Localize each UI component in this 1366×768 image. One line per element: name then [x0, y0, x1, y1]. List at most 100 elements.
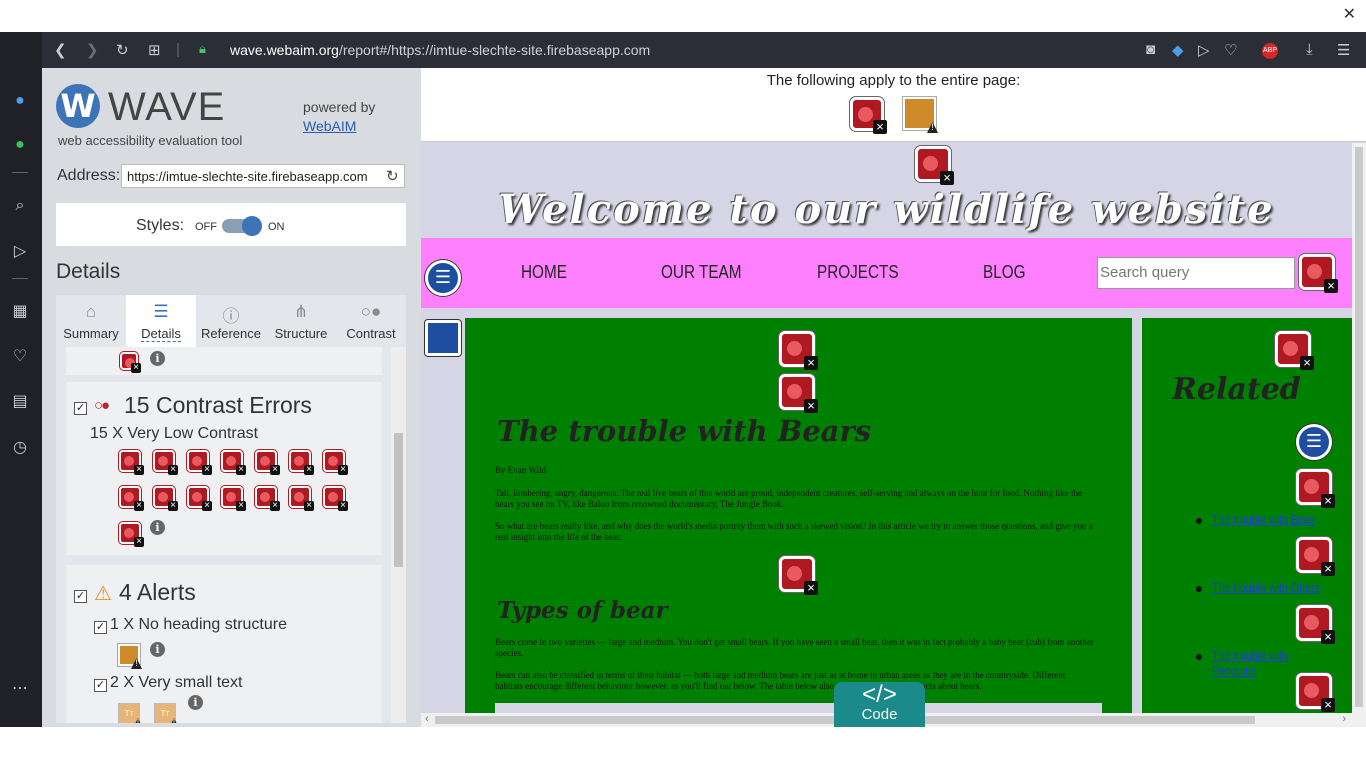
- nav-blog[interactable]: BLOG: [983, 262, 1026, 283]
- tab-details[interactable]: ☰ Details: [126, 295, 196, 347]
- article-paragraph: Bears come in two varieties — large and …: [495, 637, 1094, 658]
- contrast-error-icon[interactable]: [289, 486, 314, 511]
- small-text-alert-icon[interactable]: Tт: [118, 703, 140, 723]
- messenger-icon[interactable]: ●: [9, 90, 31, 112]
- page-preview: The following apply to the entire page: …: [421, 68, 1366, 727]
- shield-icon[interactable]: ◆: [1172, 41, 1184, 59]
- tab-summary[interactable]: ⌂ Summary: [56, 295, 126, 347]
- vertical-scroll-thumb[interactable]: [1355, 147, 1363, 707]
- info-icon[interactable]: i: [188, 695, 203, 710]
- contrast-error-icon[interactable]: [779, 556, 818, 595]
- contrast-error-icon[interactable]: [255, 486, 280, 511]
- wave-tabs: ⌂ Summary ☰ Details ⓘ Reference ⋔ Struct…: [56, 295, 406, 347]
- tabs-grid-icon[interactable]: ⊞: [148, 41, 161, 59]
- warning-icon: ⚠: [94, 583, 112, 605]
- nav-our-team[interactable]: OUR TEAM: [661, 262, 741, 283]
- contrast-error-icon[interactable]: [255, 450, 280, 475]
- camera-icon[interactable]: ◙: [1146, 41, 1155, 58]
- contrast-error-icon[interactable]: [119, 522, 144, 547]
- contrast-error-icon[interactable]: [1296, 537, 1335, 576]
- related-heading: Related: [1172, 372, 1301, 407]
- vertical-scrollbar[interactable]: [1352, 143, 1366, 727]
- related-link-bees[interactable]: The trouble with Bees: [1212, 512, 1315, 527]
- styles-label: Styles:: [136, 217, 185, 234]
- close-icon[interactable]: ✕: [1343, 4, 1356, 24]
- search-input[interactable]: Search query: [1097, 257, 1295, 289]
- small-text-alert-icon[interactable]: Tт: [154, 703, 176, 723]
- heart-icon[interactable]: ♡: [1224, 41, 1237, 59]
- whatsapp-icon[interactable]: ●: [9, 134, 31, 156]
- sidebar-divider: [12, 278, 28, 279]
- info-icon[interactable]: i: [150, 520, 165, 535]
- main-region-icon[interactable]: [425, 320, 461, 356]
- reload-icon[interactable]: ↻: [386, 167, 399, 185]
- language-error-icon[interactable]: [120, 352, 141, 373]
- scroll-right-icon[interactable]: ›: [1342, 713, 1346, 725]
- news-icon[interactable]: ▤: [9, 390, 31, 412]
- info-icon[interactable]: i: [150, 642, 165, 657]
- contrast-error-icon[interactable]: [779, 374, 818, 413]
- alerts-checkbox[interactable]: ✓: [74, 590, 87, 603]
- contrast-error-icon[interactable]: [915, 146, 954, 185]
- contrast-error-icon[interactable]: [323, 450, 348, 475]
- lock-icon: 🔒︎: [199, 41, 206, 56]
- language-card: i: [66, 347, 382, 375]
- code-button[interactable]: </> Code: [834, 682, 925, 727]
- code-icon: </>: [862, 681, 897, 708]
- tab-contrast[interactable]: ○● Contrast: [336, 295, 406, 347]
- contrast-icon: ○●: [94, 397, 110, 414]
- history-icon[interactable]: ◷: [9, 436, 31, 458]
- tab-reference[interactable]: ⓘ Reference: [196, 295, 266, 347]
- send-icon[interactable]: ▷: [1198, 41, 1210, 59]
- send-icon[interactable]: ▷: [9, 240, 31, 262]
- more-icon[interactable]: ⋯: [9, 677, 31, 699]
- contrast-error-icon[interactable]: [187, 450, 212, 475]
- contrast-error-icon[interactable]: [1296, 673, 1335, 712]
- nav-home[interactable]: HOME: [521, 262, 567, 283]
- grid-icon[interactable]: ▦: [9, 300, 31, 322]
- contrast-error-icon[interactable]: [289, 450, 314, 475]
- contrast-error-icon[interactable]: [187, 486, 212, 511]
- info-icon[interactable]: i: [150, 351, 165, 366]
- address-input[interactable]: https://imtue-slechte-site.firebaseapp.c…: [121, 164, 405, 188]
- contrast-checkbox[interactable]: ✓: [74, 402, 87, 415]
- contrast-error-icon[interactable]: [323, 486, 348, 511]
- contrast-error-icon[interactable]: [153, 450, 178, 475]
- tab-structure[interactable]: ⋔ Structure: [266, 295, 336, 347]
- missing-label-error-icon[interactable]: [1299, 254, 1338, 293]
- contrast-error-icon[interactable]: [221, 486, 246, 511]
- details-scroll-thumb[interactable]: [394, 433, 403, 567]
- related-link-otters[interactable]: The trouble with Otters: [1212, 580, 1320, 595]
- alert-item-checkbox[interactable]: ✓: [94, 621, 107, 634]
- contrast-error-icon[interactable]: [1275, 331, 1314, 370]
- menu-icon[interactable]: ☰: [1337, 41, 1350, 59]
- contrast-error-icon[interactable]: [779, 331, 818, 370]
- browser-sidebar: ● ● ⌕ ▷ ▦ ♡ ▤ ◷ ⋯: [0, 32, 42, 727]
- no-heading-alert-icon[interactable]: [118, 644, 140, 666]
- styles-toggle-knob[interactable]: [242, 216, 262, 236]
- reload-icon[interactable]: ↻: [116, 41, 129, 59]
- contrast-error-icon[interactable]: [1296, 469, 1335, 508]
- adblock-icon[interactable]: ABP: [1262, 43, 1278, 59]
- contrast-error-icon[interactable]: [221, 450, 246, 475]
- download-icon[interactable]: ⤓: [1306, 41, 1313, 58]
- search-icon[interactable]: ⌕: [9, 195, 31, 217]
- forward-icon[interactable]: ❯: [86, 41, 99, 59]
- heart-icon[interactable]: ♡: [9, 345, 31, 367]
- contrast-error-icon[interactable]: [119, 450, 144, 475]
- url-text[interactable]: wave.webaim.org/report#/https://imtue-sl…: [230, 42, 650, 58]
- details-list: i ✓ ○● 15 Contrast Errors 15 X Very Low …: [56, 347, 406, 723]
- alert-item-checkbox[interactable]: ✓: [94, 679, 107, 692]
- contrast-error-icon[interactable]: [153, 486, 178, 511]
- contrast-error-icon[interactable]: [1296, 605, 1335, 644]
- webaim-link[interactable]: WebAIM: [303, 118, 356, 134]
- no-heading-alert-icon[interactable]: [903, 97, 936, 130]
- list-icon[interactable]: [425, 260, 461, 296]
- list-bullet: [1196, 586, 1202, 592]
- contrast-error-icon[interactable]: [119, 486, 144, 511]
- nav-projects[interactable]: PROJECTS: [817, 262, 899, 283]
- scroll-left-icon[interactable]: ‹: [425, 713, 429, 725]
- language-error-icon[interactable]: [850, 97, 887, 134]
- back-icon[interactable]: ❮: [54, 41, 67, 59]
- list-icon[interactable]: [1296, 424, 1332, 460]
